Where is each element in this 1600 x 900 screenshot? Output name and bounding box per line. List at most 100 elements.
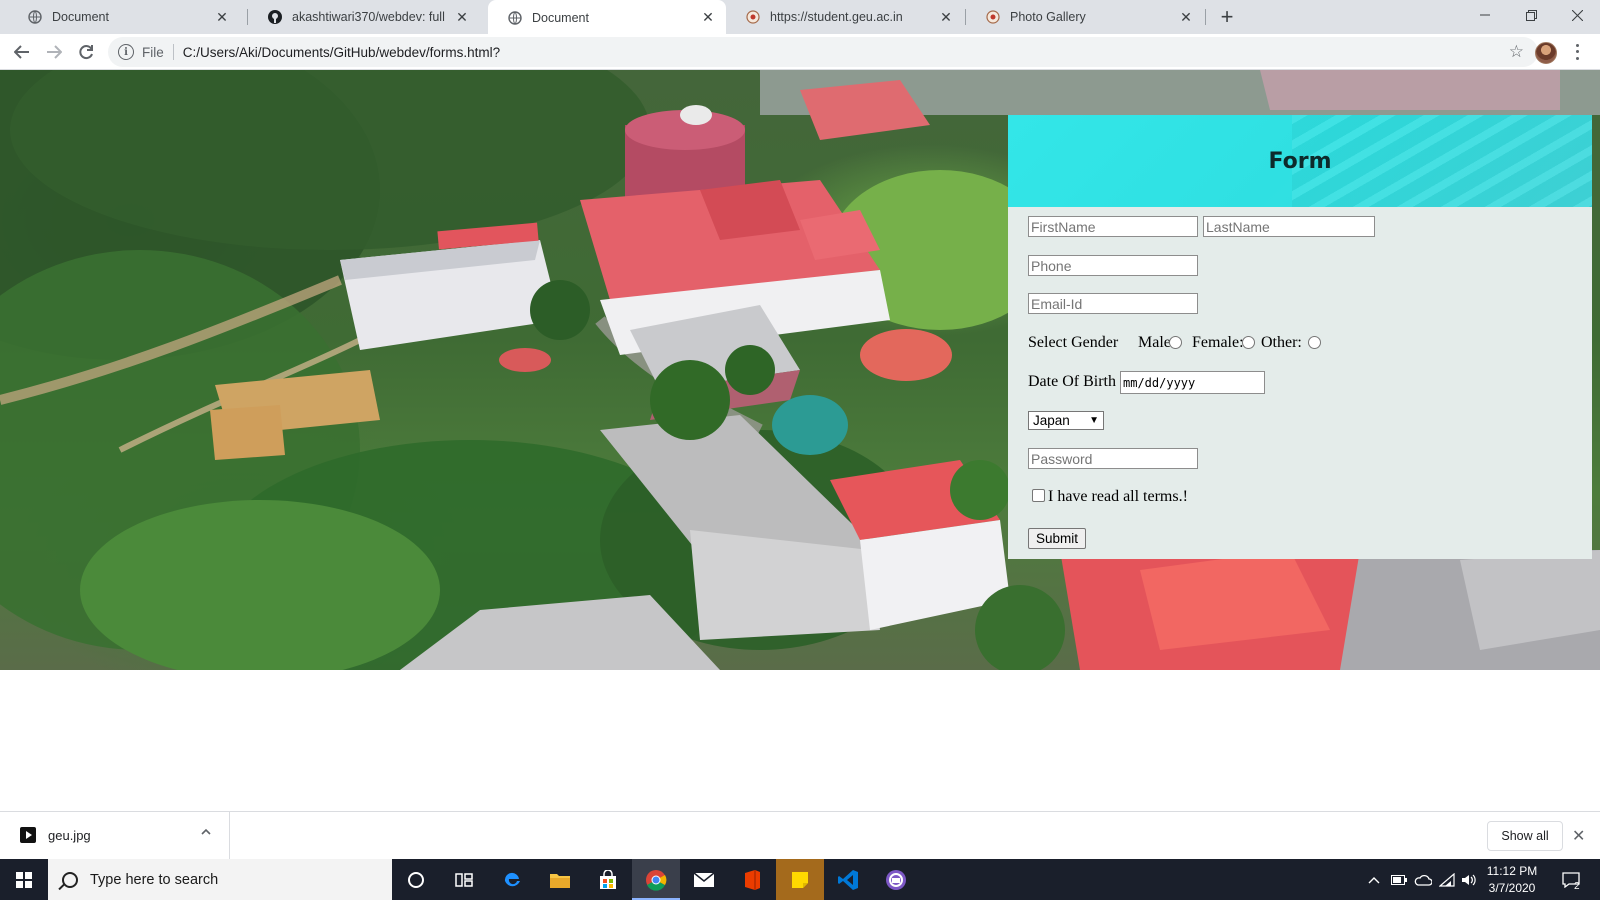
site-icon [746, 10, 760, 24]
vscode-icon [837, 869, 859, 891]
gender-female-label: Female: [1192, 334, 1244, 351]
store-bag-icon [597, 869, 619, 891]
gender-male-radio[interactable] [1169, 336, 1182, 349]
back-arrow-icon[interactable] [8, 38, 36, 66]
edge-app[interactable] [488, 859, 536, 900]
mail-app[interactable] [680, 859, 728, 900]
taskbar-search-box[interactable]: Type here to search [48, 859, 392, 900]
wifi-icon[interactable] [1436, 859, 1458, 900]
password-input[interactable]: Password [1028, 448, 1198, 469]
file-explorer-app[interactable] [536, 859, 584, 900]
cortana-button[interactable] [392, 859, 440, 900]
onedrive-cloud-icon[interactable] [1412, 859, 1434, 900]
office-app[interactable] [728, 859, 776, 900]
edge-browser-icon [501, 869, 523, 891]
start-button[interactable] [0, 859, 48, 900]
tab-title: Document [52, 10, 109, 24]
dob-label: Date Of Birth [1028, 373, 1116, 390]
tab-student-geu[interactable]: https://student.geu.ac.in ✕ [726, 0, 964, 34]
github-icon [268, 10, 282, 24]
media-player-icon [885, 869, 907, 891]
close-tab-icon[interactable]: ✕ [938, 9, 954, 25]
tab-title: https://student.geu.ac.in [770, 10, 903, 24]
chevron-up-icon[interactable] [200, 826, 212, 841]
terms-checkbox[interactable] [1032, 489, 1045, 502]
browser-tabstrip: Document ✕ akashtiwari370/webdev: full s… [0, 0, 1600, 35]
sticky-notes-icon [789, 869, 811, 891]
registration-form: Form FirstName LastName Phone Email-Id S… [1008, 115, 1592, 559]
minimize-icon[interactable] [1462, 0, 1508, 30]
menu-kebab-icon[interactable] [1572, 42, 1582, 62]
vscode-app[interactable] [824, 859, 872, 900]
email-input[interactable]: Email-Id [1028, 293, 1198, 314]
form-title: Form [1268, 148, 1332, 174]
browser-toolbar: i File C:/Users/Aki/Documents/GitHub/web… [0, 34, 1600, 70]
tab-title: akashtiwari370/webdev: full stac [292, 10, 448, 24]
task-view-button[interactable] [440, 859, 488, 900]
lastname-input[interactable]: LastName [1203, 216, 1375, 237]
globe-icon [28, 10, 42, 24]
url-text: C:/Users/Aki/Documents/GitHub/webdev/for… [182, 44, 501, 60]
new-tab-icon[interactable]: + [1214, 4, 1240, 30]
gender-other-label: Other: [1261, 334, 1302, 351]
close-tab-icon[interactable]: ✕ [1178, 9, 1194, 25]
dob-date-input[interactable]: mm/dd/yyyy [1120, 371, 1265, 394]
omnibox-divider [172, 44, 174, 60]
tab-title: Document [532, 10, 589, 25]
tab-github[interactable]: akashtiwari370/webdev: full stac ✕ [248, 0, 480, 34]
dob-placeholder: mm/dd/yyyy [1123, 375, 1196, 390]
close-window-icon[interactable] [1554, 0, 1600, 30]
close-tab-icon[interactable]: ✕ [700, 9, 716, 26]
search-icon [62, 871, 78, 888]
bookmark-star-icon[interactable]: ☆ [1509, 42, 1524, 62]
volume-icon[interactable] [1458, 859, 1480, 900]
profile-avatar[interactable] [1535, 42, 1557, 64]
tab-photo-gallery[interactable]: Photo Gallery ✕ [966, 0, 1204, 34]
close-tab-icon[interactable]: ✕ [214, 9, 230, 25]
tab-title: Photo Gallery [1010, 10, 1086, 24]
country-select[interactable]: Japan ▼ [1028, 411, 1104, 430]
notification-count: 2 [1574, 881, 1580, 892]
terms-label: I have read all terms.! [1048, 488, 1188, 505]
battery-icon[interactable] [1388, 859, 1410, 900]
dropdown-caret-icon: ▼ [1089, 415, 1099, 426]
chrome-app[interactable] [632, 859, 680, 900]
page-viewport: Form FirstName LastName Phone Email-Id S… [0, 70, 1600, 811]
tab-document-1[interactable]: Document ✕ [8, 0, 240, 34]
scheme-label: File [142, 44, 164, 60]
clock-date: 3/7/2020 [1488, 881, 1536, 895]
forward-arrow-icon[interactable] [40, 38, 68, 66]
reload-icon[interactable] [72, 38, 100, 66]
site-icon [986, 10, 1000, 24]
info-icon[interactable]: i [118, 44, 134, 60]
download-bar: geu.jpg Show all ✕ [0, 811, 1600, 860]
windows-taskbar: Type here to search 11:12 PM 3/7/2020 2 [0, 859, 1600, 900]
media-app[interactable] [872, 859, 920, 900]
gender-other-radio[interactable] [1308, 336, 1321, 349]
system-clock[interactable]: 11:12 PM 3/7/2020 [1480, 863, 1544, 897]
phone-input[interactable]: Phone [1028, 255, 1198, 276]
restore-icon[interactable] [1508, 0, 1554, 30]
store-app[interactable] [584, 859, 632, 900]
firstname-input[interactable]: FirstName [1028, 216, 1198, 237]
tab-document-active[interactable]: Document ✕ [488, 0, 726, 35]
cortana-circle-icon [405, 869, 427, 891]
address-bar[interactable]: i File C:/Users/Aki/Documents/GitHub/web… [108, 37, 1538, 67]
task-view-icon [453, 869, 475, 891]
close-tab-icon[interactable]: ✕ [454, 9, 470, 25]
download-item[interactable]: geu.jpg [0, 812, 230, 860]
submit-button[interactable]: Submit [1028, 528, 1086, 549]
gender-label: Select Gender [1028, 334, 1119, 351]
folder-icon [549, 869, 571, 891]
tray-chevron-up-icon[interactable] [1364, 859, 1384, 900]
close-download-bar-icon[interactable]: ✕ [1572, 826, 1585, 846]
gender-female-radio[interactable] [1242, 336, 1255, 349]
sticky-notes-app[interactable] [776, 859, 824, 900]
form-header: Form [1008, 115, 1592, 207]
download-filename: geu.jpg [48, 828, 91, 843]
clock-time: 11:12 PM [1486, 864, 1538, 878]
tab-separator [1205, 9, 1206, 25]
notification-center-icon[interactable]: 2 [1554, 859, 1588, 900]
globe-icon [508, 10, 522, 25]
show-all-button[interactable]: Show all [1487, 821, 1563, 851]
